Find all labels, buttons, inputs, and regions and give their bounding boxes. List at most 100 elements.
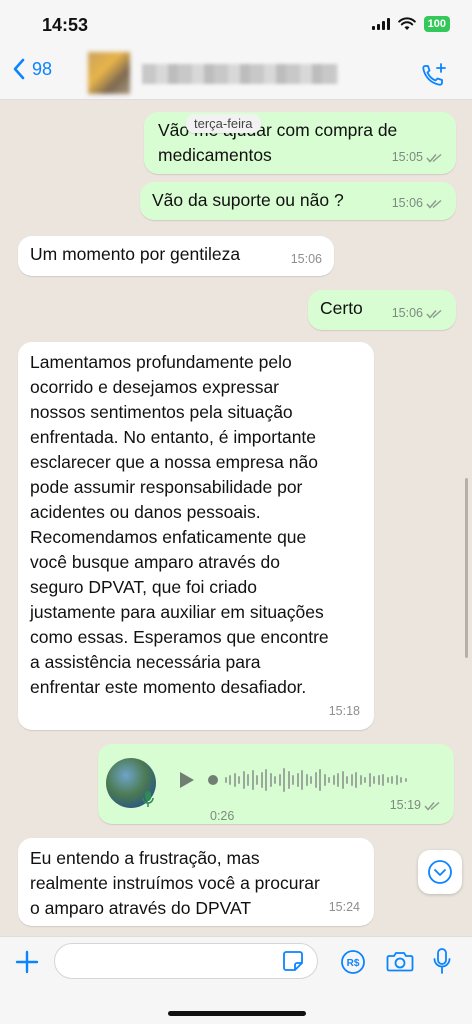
battery-indicator: 100 — [423, 16, 450, 32]
sticker-icon[interactable] — [282, 950, 304, 972]
chat-messages[interactable]: Vão me ajudar com compra de medicamentos… — [0, 100, 472, 936]
svg-text:R$: R$ — [347, 958, 360, 969]
voice-duration: 0:26 — [210, 809, 235, 823]
date-divider: terça-feira — [186, 114, 261, 133]
message-input[interactable] — [54, 943, 318, 979]
signal-icon — [371, 18, 390, 30]
status-icons: 100 — [371, 16, 450, 32]
waveform-bar — [283, 768, 285, 792]
message-text: Um momento por gentileza — [30, 244, 241, 264]
waveform-bar — [400, 777, 402, 783]
status-bar: 14:53 100 — [0, 0, 472, 48]
waveform-bar — [377, 775, 380, 785]
waveform-bar — [269, 773, 272, 787]
waveform-bar — [251, 770, 254, 790]
waveform-bar — [265, 769, 267, 791]
waveform-bar — [395, 775, 398, 785]
message-meta: 15:24 — [329, 895, 360, 920]
scrollbar[interactable] — [465, 478, 468, 658]
waveform-bar — [332, 775, 335, 785]
message-meta: 15:06 — [392, 301, 444, 326]
waveform-bar — [391, 776, 393, 784]
add-call-icon[interactable] — [420, 62, 448, 88]
playhead-dot[interactable] — [208, 775, 218, 785]
waveform-bar — [233, 773, 236, 787]
message-text: Lamentamos profundamente pelo ocorrido e… — [30, 352, 329, 697]
waveform-bar — [224, 777, 227, 783]
waveform-bar — [238, 776, 240, 784]
pix-payment-icon[interactable]: R$ — [340, 949, 366, 975]
waveform-bar — [323, 774, 326, 786]
message-meta: 15:19 — [390, 793, 442, 818]
waveform-bar — [350, 774, 353, 786]
waveform-bar — [373, 776, 375, 784]
message-time: 15:06 — [391, 196, 423, 210]
message-bubble-outgoing[interactable]: Certo 15:06 — [308, 290, 456, 330]
waveform-bar — [359, 775, 362, 785]
scroll-to-bottom-button[interactable] — [418, 850, 462, 894]
waveform-bar — [314, 772, 317, 788]
microphone-icon[interactable] — [432, 947, 452, 975]
home-indicator[interactable] — [168, 1011, 306, 1016]
waveform-bar — [292, 775, 294, 785]
double-check-icon — [426, 309, 442, 319]
status-time: 14:53 — [42, 15, 89, 35]
chevron-left-icon — [13, 58, 25, 80]
waveform-bar — [260, 772, 263, 788]
message-bubble-incoming[interactable]: Lamentamos profundamente pelo ocorrido e… — [18, 342, 374, 730]
message-text: Eu entendo a frustração, mas realmente i… — [30, 848, 320, 918]
waveform-bar — [319, 769, 321, 791]
waveform-bar — [404, 778, 407, 782]
waveform-bar — [229, 775, 231, 785]
plus-icon[interactable] — [14, 949, 40, 975]
back-button[interactable]: 98 — [12, 58, 52, 80]
waveform-bar — [296, 773, 299, 787]
contact-name[interactable] — [142, 64, 338, 84]
waveform-bar — [301, 770, 303, 790]
voice-message-bubble[interactable]: 0:26 15:19 — [98, 744, 454, 824]
waveform-bar — [346, 776, 348, 784]
message-bubble-incoming[interactable]: Um momento por gentileza 15:06 — [18, 236, 334, 276]
message-time: 15:06 — [290, 252, 322, 266]
waveform-bar — [287, 771, 290, 789]
microphone-icon — [142, 791, 154, 807]
waveform-bar — [274, 776, 276, 784]
contact-avatar[interactable] — [88, 52, 130, 94]
audio-waveform[interactable] — [208, 762, 407, 798]
camera-icon[interactable] — [386, 949, 414, 973]
message-time: 15:19 — [389, 798, 421, 812]
waveform-bar — [328, 777, 330, 783]
waveform-bar — [364, 777, 366, 783]
waveform-bar — [247, 774, 249, 786]
message-bubble-incoming[interactable]: Eu entendo a frustração, mas realmente i… — [18, 838, 374, 926]
message-bubble-outgoing[interactable]: Vão da suporte ou não ? 15:06 — [140, 182, 456, 220]
chevron-down-circle-icon — [428, 860, 452, 884]
message-meta: 15:05 — [392, 145, 444, 170]
waveform-bar — [256, 775, 258, 785]
message-time: 15:24 — [328, 900, 360, 914]
unread-count: 98 — [32, 58, 53, 79]
double-check-icon — [424, 801, 440, 811]
message-time: 15:18 — [328, 704, 360, 718]
waveform-bar — [305, 774, 308, 786]
waveform-bar — [337, 773, 339, 787]
waveform-bar — [382, 774, 384, 786]
message-meta: 15:06 — [392, 191, 444, 216]
waveform-bar — [368, 773, 371, 787]
message-meta: 15:18 — [329, 699, 360, 724]
waveform-bar — [242, 771, 245, 789]
waveform-bar — [386, 777, 389, 783]
wifi-icon — [397, 17, 416, 30]
message-time: 15:06 — [391, 306, 423, 320]
chat-header: 98 — [0, 48, 472, 100]
waveform-bar — [278, 774, 281, 786]
play-icon[interactable] — [176, 770, 196, 790]
double-check-icon — [426, 153, 442, 163]
waveform-bar — [310, 776, 312, 784]
message-meta: 15:06 — [291, 247, 322, 272]
message-composer: R$ — [0, 936, 472, 1024]
waveform-bar — [355, 772, 357, 788]
message-time: 15:05 — [391, 150, 423, 164]
waveform-bar — [341, 771, 344, 789]
double-check-icon — [426, 199, 442, 209]
